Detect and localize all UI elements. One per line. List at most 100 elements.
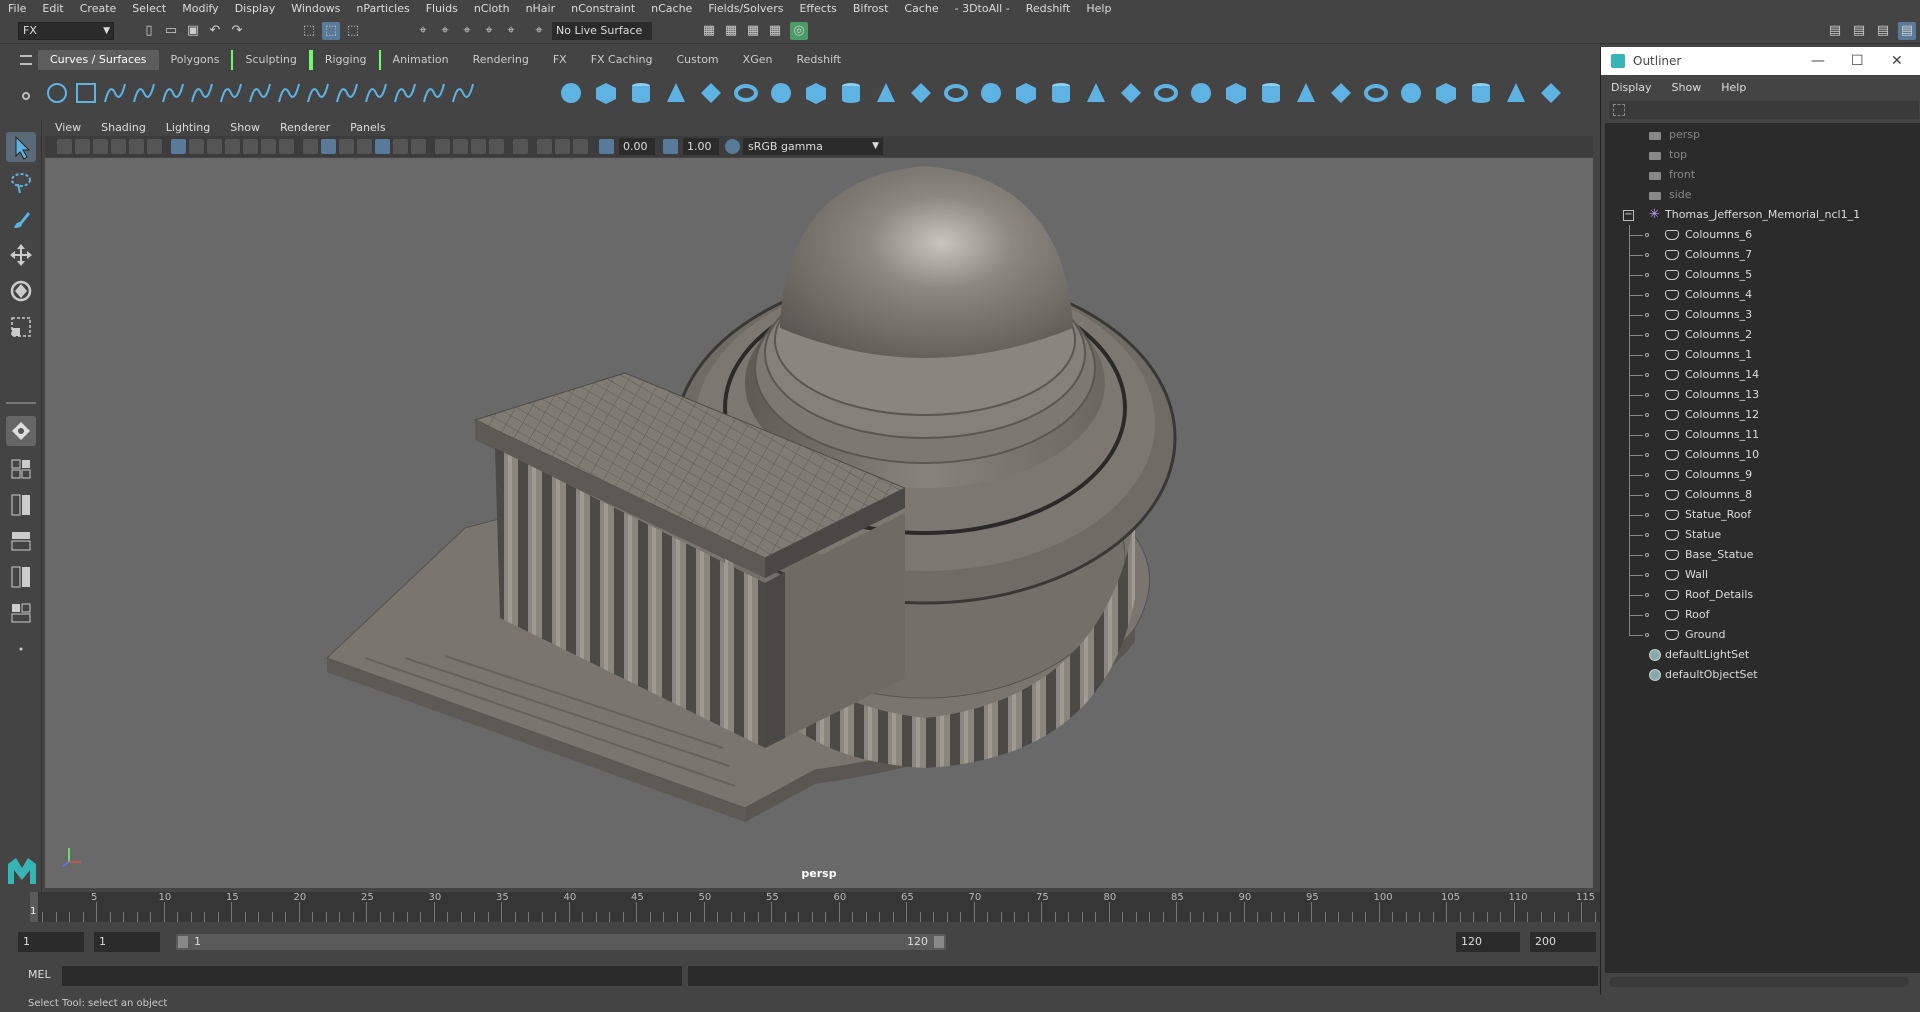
bevel-plus-icon[interactable] [1048,80,1074,106]
bevel-icon[interactable] [1013,80,1039,106]
camera-attributes-icon[interactable] [75,139,90,154]
layout-hypershade-button[interactable] [6,598,36,628]
ipr-render-icon[interactable]: ▦ [744,22,762,40]
xray-joints-icon[interactable] [555,139,570,154]
playback-end-field[interactable]: 120 [1456,932,1520,952]
field-chart-icon[interactable] [243,139,258,154]
depth-of-field-icon[interactable] [489,139,504,154]
snap-point-icon[interactable]: ⌖ [458,22,476,40]
expand-dot-icon[interactable] [1645,473,1649,477]
exposure-icon[interactable] [599,139,614,154]
extrude-icon[interactable] [873,80,899,106]
layout-four-view-button[interactable] [6,454,36,484]
xray-icon[interactable] [537,139,552,154]
menu-item-ncache[interactable]: nCache [643,0,700,18]
range-start-handle[interactable] [178,936,188,948]
pencil-curve-icon[interactable] [131,80,157,106]
outliner-mesh-item[interactable]: Coloumns_8 [1605,485,1920,505]
nurbs-cube-icon[interactable] [593,80,619,106]
menu-item-nconstraint[interactable]: nConstraint [563,0,643,18]
close-icon[interactable]: ✕ [1891,47,1903,75]
open-scene-icon[interactable]: ▭ [162,22,180,40]
menu-item-cache[interactable]: Cache [896,0,946,18]
shelf-tab-curves-surfaces[interactable]: Curves / Surfaces [38,50,159,70]
expand-dot-icon[interactable] [1645,233,1649,237]
menu-item-fields-solvers[interactable]: Fields/Solvers [700,0,791,18]
expand-dot-icon[interactable] [1645,273,1649,277]
detach-surfaces-icon[interactable] [1258,80,1284,106]
image-plane-icon[interactable] [111,139,126,154]
new-scene-icon[interactable]: ▯ [140,22,158,40]
outliner-menu-show[interactable]: Show [1662,81,1712,94]
expand-dot-icon[interactable] [1645,433,1649,437]
safe-action-icon[interactable] [261,139,276,154]
nurbs-plane-icon[interactable] [698,80,724,106]
bookmark-icon[interactable] [93,139,108,154]
nurbs-cylinder-icon[interactable] [628,80,654,106]
expand-dot-icon[interactable] [1645,253,1649,257]
arc-icon[interactable] [218,80,244,106]
outliner-mesh-item[interactable]: Coloumns_2 [1605,325,1920,345]
outliner-menu-help[interactable]: Help [1711,81,1756,94]
shelf-tab-redshift[interactable]: Redshift [784,50,854,70]
nurbs-sphere-icon[interactable] [558,80,584,106]
untrim-icon[interactable] [1188,80,1214,106]
expand-dot-icon[interactable] [1645,513,1649,517]
shelf-tab-custom[interactable]: Custom [664,50,731,70]
gamma-field[interactable]: 1.00 [683,138,719,155]
select-tool-button[interactable] [6,132,36,162]
project-curve-icon[interactable] [1083,80,1109,106]
outliner-mesh-item[interactable]: Roof_Details [1605,585,1920,605]
curve-insert-icon[interactable] [305,80,331,106]
outliner-menu-display[interactable]: Display [1601,81,1662,94]
shelf-tab-fx[interactable]: FX [540,50,579,70]
ambient-occlusion-icon[interactable] [435,139,450,154]
range-end-handle[interactable] [934,936,944,948]
outliner-mesh-item[interactable]: Ground [1605,625,1920,645]
wireframe-on-shaded-icon[interactable] [357,139,372,154]
isolate-select-icon[interactable] [513,139,528,154]
color-management-icon[interactable] [725,139,740,154]
motion-blur-icon[interactable] [453,139,468,154]
expand-dot-icon[interactable] [1645,613,1649,617]
select-component-icon[interactable]: ⬚ [344,22,362,40]
show-manipulator-button[interactable] [6,416,36,446]
viewport-menu-show[interactable]: Show [220,119,270,136]
2d-pan-icon[interactable] [129,139,144,154]
outliner-mesh-item[interactable]: Roof [1605,605,1920,625]
ep-curve-icon[interactable] [102,80,128,106]
outliner-set-item[interactable]: defaultLightSet [1605,645,1920,665]
shelf-settings-icon[interactable] [22,92,30,100]
attach-surfaces-icon[interactable] [1223,80,1249,106]
move-tool-button[interactable] [6,240,36,270]
menu-item-effects[interactable]: Effects [791,0,844,18]
view-transform-dropdown[interactable]: sRGB gamma ▼ [743,138,883,155]
curve-attach-icon[interactable] [247,80,273,106]
outliner-root-group[interactable]: − ✳ Thomas_Jefferson_Memorial_ncl1_1 [1605,205,1920,225]
use-lights-icon[interactable] [393,139,408,154]
scale-tool-button[interactable] [6,312,36,342]
outliner-mesh-item[interactable]: Coloumns_6 [1605,225,1920,245]
outliner-mesh-item[interactable]: Statue [1605,525,1920,545]
attribute-editor-icon[interactable]: ▤ [1898,22,1916,40]
outliner-mesh-item[interactable]: Statue_Roof [1605,505,1920,525]
sidebar-toggle-icon[interactable]: ▤ [1850,22,1868,40]
insert-isoparm-icon[interactable] [1363,80,1389,106]
paint-select-tool-button[interactable] [6,204,36,234]
surface-edit-icon[interactable] [1538,80,1564,106]
snap-view-icon[interactable]: ⌖ [480,22,498,40]
safe-title-icon[interactable] [279,139,294,154]
outliner-mesh-item[interactable]: Wall [1605,565,1920,585]
outliner-camera-persp[interactable]: persp [1605,125,1920,145]
menu-item-fluids[interactable]: Fluids [418,0,466,18]
hypershade-icon[interactable]: ◎ [790,22,808,40]
layout-two-view-button[interactable] [6,490,36,520]
shelf-tab-animation[interactable]: Animation [380,50,461,70]
viewport-menu-lighting[interactable]: Lighting [156,119,220,136]
minimize-icon[interactable]: — [1811,47,1825,75]
curve-offset-icon[interactable] [363,80,389,106]
shelf-tab-rendering[interactable]: Rendering [460,50,541,70]
curve-fillet-icon[interactable] [392,80,418,106]
outliner-mesh-item[interactable]: Coloumns_3 [1605,305,1920,325]
outliner-mesh-item[interactable]: Coloumns_11 [1605,425,1920,445]
